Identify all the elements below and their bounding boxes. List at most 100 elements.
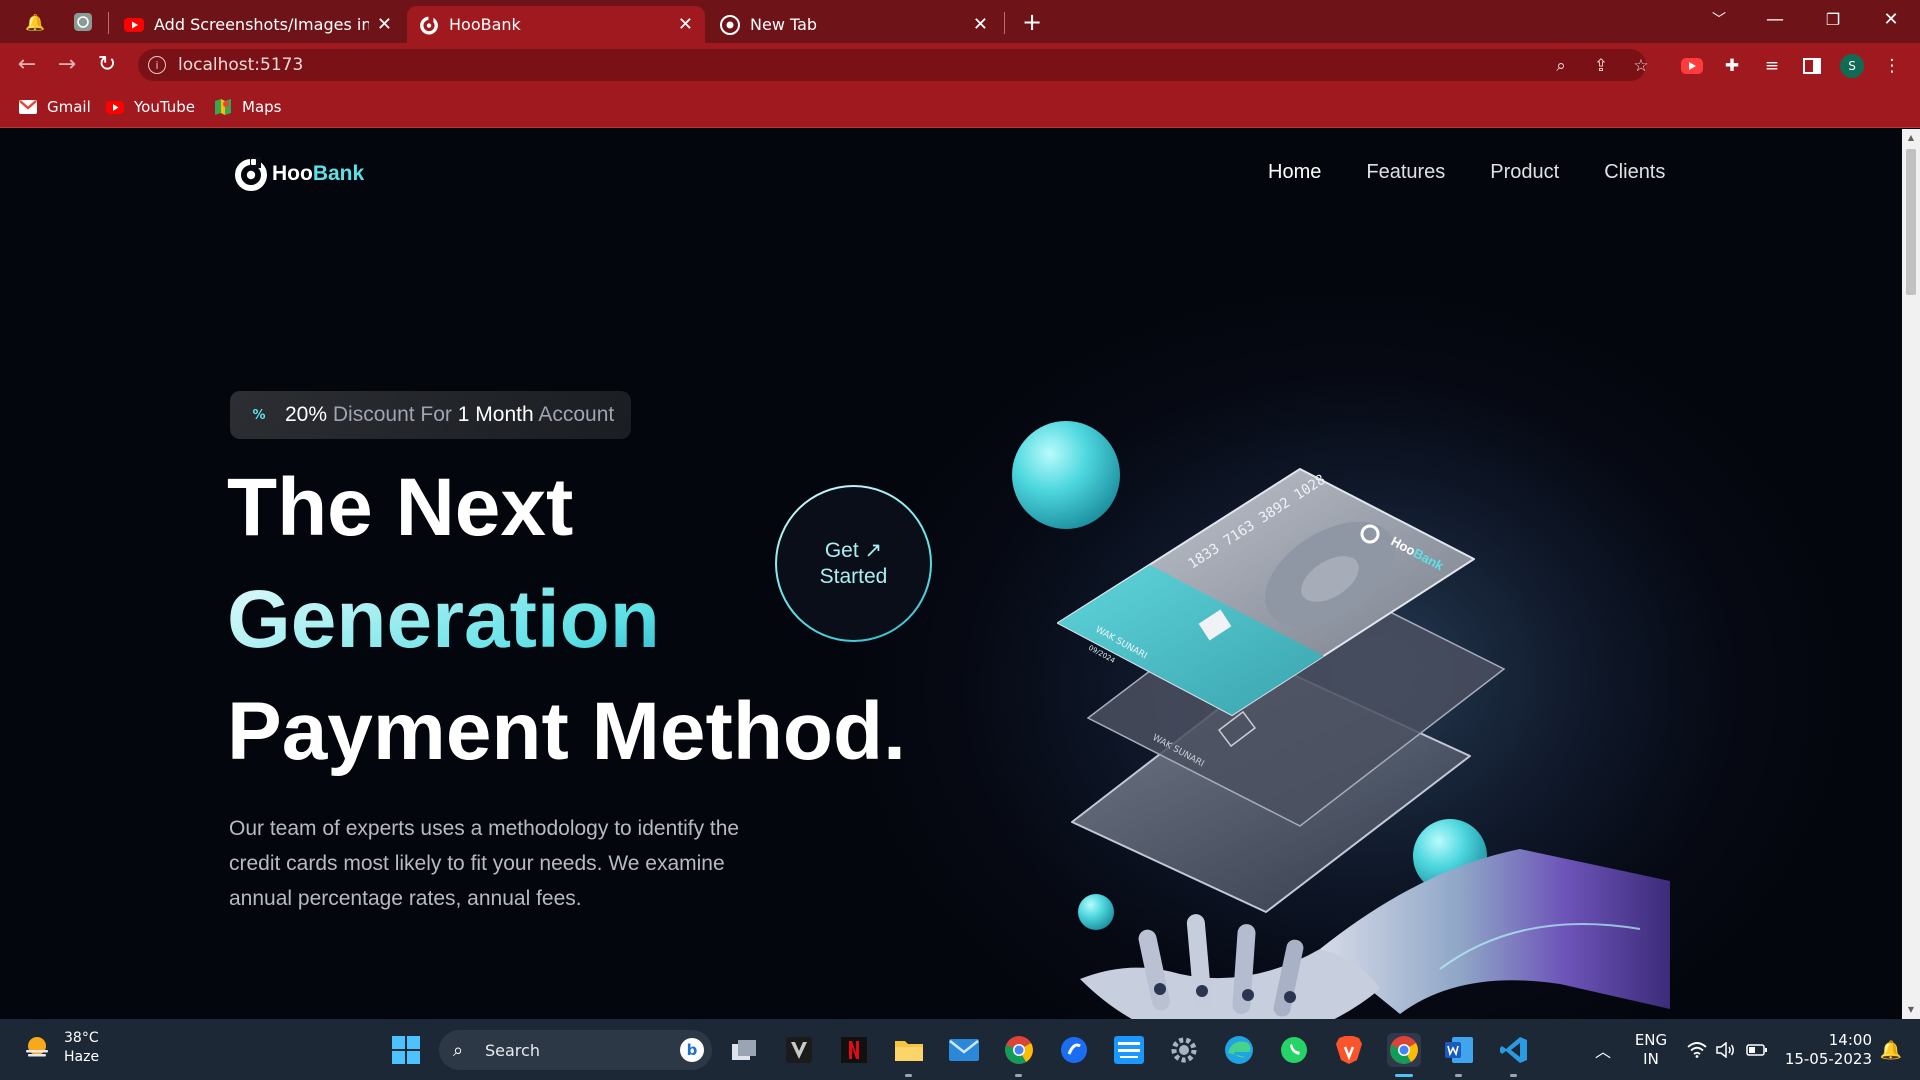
pinned-tab-chatgpt[interactable] bbox=[68, 8, 98, 36]
youtube-extension-icon[interactable] bbox=[1679, 53, 1705, 79]
minimize-button[interactable]: — bbox=[1750, 0, 1800, 38]
discount-icon: % bbox=[252, 407, 266, 423]
search-label: Search bbox=[485, 1040, 540, 1060]
back-button[interactable]: ← bbox=[11, 48, 43, 80]
language-indicator[interactable]: ENG IN bbox=[1630, 1031, 1672, 1069]
taskbar-app-vscode[interactable] bbox=[1497, 1033, 1531, 1067]
taskbar-app-brave[interactable] bbox=[1332, 1033, 1366, 1067]
close-window-button[interactable]: ✕ bbox=[1866, 0, 1916, 38]
scroll-up-icon[interactable]: ▲ bbox=[1906, 133, 1916, 142]
bookmarks-bar: Gmail YouTube Maps bbox=[0, 86, 1920, 128]
taskbar-app-chrome-1[interactable] bbox=[1002, 1033, 1036, 1067]
zoom-icon[interactable]: ⌕ bbox=[1548, 53, 1574, 79]
youtube-icon bbox=[106, 100, 124, 114]
side-panel-icon[interactable] bbox=[1799, 53, 1825, 79]
tab-search-button[interactable]: ﹀ bbox=[1694, 0, 1744, 38]
tab-hoobank[interactable]: HooBank ✕ bbox=[407, 6, 705, 43]
reload-button[interactable]: ↻ bbox=[91, 48, 123, 80]
main-nav: Home Features Product Clients bbox=[1268, 161, 1665, 184]
scroll-down-icon[interactable]: ▼ bbox=[1906, 1005, 1916, 1014]
taskbar-app-chrome-active[interactable] bbox=[1387, 1033, 1421, 1067]
nav-features[interactable]: Features bbox=[1366, 161, 1445, 184]
address-bar[interactable]: i localhost:5173 ⌕ ⇪ ☆ bbox=[138, 49, 1649, 81]
close-icon[interactable]: ✕ bbox=[377, 14, 392, 35]
taskbar-search[interactable]: ⌕ Search b bbox=[439, 1030, 712, 1070]
extensions-icon[interactable]: ✚ bbox=[1719, 53, 1745, 79]
close-icon[interactable]: ✕ bbox=[973, 14, 988, 35]
restore-icon: ❐ bbox=[1825, 9, 1841, 29]
notification-button[interactable]: 🔔 bbox=[1874, 1033, 1908, 1067]
gmail-icon bbox=[19, 100, 37, 114]
arrow-left-icon: ← bbox=[17, 51, 37, 77]
menu-icon[interactable]: ⋮ bbox=[1879, 53, 1905, 79]
url-text: localhost:5173 bbox=[178, 55, 304, 75]
windows-taskbar: 38°C Haze ⌕ Search b ︿ ENG IN 14:00 15-0… bbox=[0, 1019, 1920, 1080]
taskbar-app-edge-dev[interactable] bbox=[1057, 1033, 1091, 1067]
tab-new-tab[interactable]: New Tab ✕ bbox=[708, 6, 1000, 43]
taskbar-app-whatsapp[interactable] bbox=[1277, 1033, 1311, 1067]
nav-product[interactable]: Product bbox=[1490, 161, 1559, 184]
whatsapp-icon bbox=[1281, 1037, 1307, 1063]
page-scrollbar[interactable]: ▲ ▼ bbox=[1902, 129, 1920, 1019]
start-button[interactable] bbox=[389, 1033, 423, 1067]
nav-home[interactable]: Home bbox=[1268, 161, 1321, 184]
close-icon: ✕ bbox=[1883, 8, 1899, 30]
hoobank-logo[interactable]: HooBank bbox=[233, 156, 364, 192]
chevron-up-icon: ︿ bbox=[1594, 1042, 1611, 1061]
taskbar-app-netflix[interactable] bbox=[837, 1033, 871, 1067]
mail-icon bbox=[949, 1039, 979, 1061]
get-started-line-2: Started bbox=[819, 564, 888, 588]
new-tab-button[interactable]: + bbox=[1017, 8, 1047, 36]
tab-title: Add Screenshots/Images in Githu bbox=[154, 15, 369, 34]
taskbar-app-file-explorer[interactable] bbox=[892, 1033, 926, 1067]
avatar: S bbox=[1840, 54, 1864, 78]
get-started-button[interactable]: Get ↗ Started bbox=[775, 485, 932, 642]
nav-clients[interactable]: Clients bbox=[1604, 161, 1665, 184]
maps-icon bbox=[214, 99, 232, 115]
taskbar-app-edge[interactable] bbox=[1222, 1033, 1256, 1067]
task-view-button[interactable] bbox=[727, 1033, 761, 1067]
info-icon[interactable]: i bbox=[148, 56, 166, 74]
reload-icon: ↻ bbox=[97, 51, 117, 77]
close-icon[interactable]: ✕ bbox=[678, 14, 693, 35]
system-clock[interactable]: 14:00 15-05-2023 bbox=[1780, 1031, 1872, 1069]
media-control-icon[interactable]: ≡ bbox=[1759, 53, 1785, 79]
browser-toolbar: ← → ↻ i localhost:5173 ⌕ ⇪ ☆ ✚ ≡ S ⋮ bbox=[0, 43, 1920, 86]
bookmark-youtube[interactable]: YouTube bbox=[106, 96, 195, 118]
bookmark-gmail[interactable]: Gmail bbox=[19, 96, 91, 118]
bell-icon: 🔔 bbox=[25, 12, 45, 32]
headline-line-3: Payment Method. bbox=[227, 686, 906, 777]
taskbar-app-predator[interactable] bbox=[782, 1033, 816, 1067]
scrollbar-thumb[interactable] bbox=[1906, 149, 1916, 295]
taskbar-app-word[interactable] bbox=[1442, 1033, 1476, 1067]
prime-video-icon bbox=[1114, 1036, 1144, 1064]
taskbar-app-mail[interactable] bbox=[947, 1033, 981, 1067]
notification-bell-icon: 🔔 bbox=[1879, 1039, 1903, 1061]
restore-button[interactable]: ❐ bbox=[1808, 0, 1858, 38]
hoobank-logo-icon bbox=[235, 157, 267, 191]
chrome-icon bbox=[1005, 1036, 1033, 1064]
word-icon bbox=[1445, 1037, 1473, 1063]
share-icon[interactable]: ⇪ bbox=[1588, 53, 1614, 79]
task-view-icon bbox=[732, 1040, 756, 1060]
youtube-icon bbox=[124, 15, 144, 35]
bookmark-label: Gmail bbox=[47, 98, 91, 116]
pinned-tab-bell[interactable]: 🔔 bbox=[20, 8, 50, 36]
bookmark-maps[interactable]: Maps bbox=[214, 96, 281, 118]
taskbar-app-prime-video[interactable] bbox=[1112, 1033, 1146, 1067]
bookmark-label: YouTube bbox=[134, 98, 195, 116]
show-hidden-icons-button[interactable]: ︿ bbox=[1586, 1033, 1620, 1067]
folder-icon bbox=[895, 1041, 923, 1061]
profile-avatar[interactable]: S bbox=[1839, 53, 1865, 79]
tab-github-screenshots[interactable]: Add Screenshots/Images in Githu ✕ bbox=[112, 6, 404, 43]
chatgpt-icon bbox=[74, 13, 92, 31]
star-icon[interactable]: ☆ bbox=[1628, 53, 1654, 79]
bing-icon[interactable]: b bbox=[680, 1038, 704, 1062]
tab-title: New Tab bbox=[750, 15, 818, 34]
weather-widget[interactable]: 38°C Haze bbox=[22, 1029, 99, 1067]
battery-icon[interactable] bbox=[1740, 1033, 1774, 1067]
volume-icon[interactable] bbox=[1709, 1033, 1743, 1067]
discount-text: 20% Discount For 1 Month Account bbox=[285, 403, 615, 426]
forward-button[interactable]: → bbox=[51, 48, 83, 80]
taskbar-app-settings[interactable] bbox=[1167, 1033, 1201, 1067]
